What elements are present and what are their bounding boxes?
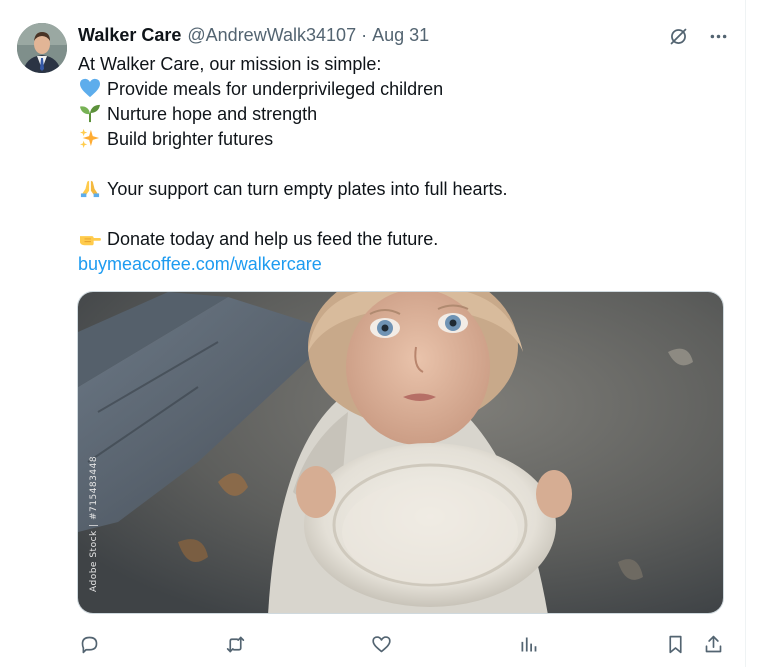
blue-heart-icon: [80, 78, 100, 98]
seedling-icon: [80, 104, 100, 123]
tweet-line-text: Nurture hope and strength: [107, 104, 318, 124]
tweet-actions: [0, 631, 764, 657]
reply-icon[interactable]: [76, 631, 102, 657]
tweet-line-text: Build brighter futures: [107, 129, 274, 149]
views-icon[interactable]: [515, 631, 541, 657]
tweet-line-text: Donate today and help us feed the future…: [107, 229, 439, 249]
folded-hands-icon: [80, 180, 100, 198]
bookmark-icon[interactable]: [662, 631, 688, 657]
pointing-hand-icon: [80, 236, 101, 246]
child-with-empty-plate-photo: Adobe Stock | #715483448: [78, 292, 723, 613]
timeline-border: [745, 0, 746, 667]
tweet-line-text: Provide meals for underprivileged childr…: [107, 79, 444, 99]
tweet-date[interactable]: Aug 31: [372, 25, 429, 46]
separator-dot: ·: [361, 24, 368, 45]
tweet-link-line: buymeacoffee.com/walkercare: [78, 252, 728, 277]
author-handle[interactable]: @AndrewWalk34107: [187, 25, 356, 46]
like-icon[interactable]: [368, 631, 394, 657]
avatar[interactable]: [17, 23, 67, 73]
tweet-media-image[interactable]: Adobe Stock | #715483448: [77, 291, 724, 614]
tweet-line-empty: [78, 202, 728, 227]
tweet-line: Donate today and help us feed the future…: [78, 227, 728, 252]
tweet-line: Build brighter futures: [78, 127, 728, 152]
sparkles-icon: [80, 128, 100, 148]
retweet-icon[interactable]: [222, 631, 248, 657]
author-name[interactable]: Walker Care: [78, 25, 181, 46]
tweet-line-text: At Walker Care, our mission is simple:: [78, 54, 382, 74]
grok-icon[interactable]: [665, 24, 691, 48]
tweet-link[interactable]: buymeacoffee.com/walkercare: [78, 254, 322, 274]
tweet-line-empty: [78, 152, 728, 177]
tweet-header: Walker Care @AndrewWalk34107 · Aug 31: [78, 24, 429, 46]
tweet-line: Your support can turn empty plates into …: [78, 177, 728, 202]
more-icon[interactable]: [705, 24, 731, 48]
tweet-line-text: Your support can turn empty plates into …: [107, 179, 508, 199]
share-icon[interactable]: [700, 631, 726, 657]
image-watermark: Adobe Stock | #715483448: [89, 456, 99, 592]
tweet-line: Provide meals for underprivileged childr…: [78, 77, 728, 102]
tweet-line: Nurture hope and strength: [78, 102, 728, 127]
tweet-line: At Walker Care, our mission is simple:: [78, 52, 728, 77]
tweet-text: At Walker Care, our mission is simple: P…: [78, 52, 728, 277]
header-actions: [665, 24, 731, 48]
